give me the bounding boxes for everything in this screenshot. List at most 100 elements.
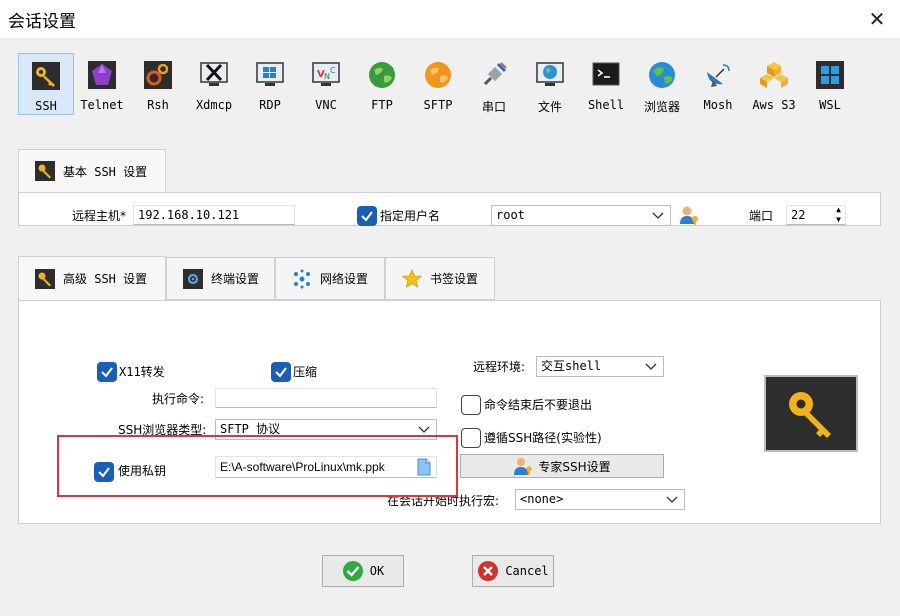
username-value: root: [496, 208, 525, 222]
protocol-label: 串口: [481, 100, 506, 114]
cancel-button[interactable]: Cancel: [472, 555, 554, 587]
basic-settings-panel: 远程主机* 192.168.10.121 指定用户名 root 端口 22 ▲ ▼: [18, 192, 881, 226]
port-input[interactable]: 22 ▲ ▼: [786, 205, 846, 225]
ssh-browser-value: SFTP 协议: [220, 422, 281, 436]
exec-command-input[interactable]: [215, 388, 437, 408]
dish-icon: [703, 60, 733, 90]
protocol-label: 浏览器: [643, 100, 680, 114]
vnc-monitor-icon: VNC: [311, 60, 341, 90]
user-manager-icon[interactable]: [678, 204, 700, 226]
protocol-xdmcp[interactable]: Xdmcp: [186, 53, 242, 115]
chevron-down-icon: [418, 426, 430, 433]
globe-icon: [367, 60, 397, 90]
tab-advanced-ssh[interactable]: 高级 SSH 设置: [18, 256, 166, 301]
compression-checkbox[interactable]: [271, 362, 291, 382]
key-icon: [35, 268, 55, 289]
protocol-telnet[interactable]: Telnet: [74, 53, 130, 115]
compression-label: 压缩: [293, 365, 318, 379]
remote-env-value: 交互shell: [541, 359, 602, 373]
protocol-shell[interactable]: Shell: [578, 53, 634, 115]
chevron-down-icon: [652, 212, 664, 219]
tab-label: 基本 SSH 设置: [63, 164, 148, 179]
ok-label: OK: [369, 564, 385, 578]
follow-path-label: 遵循SSH路径(实验性): [484, 431, 602, 445]
protocol-rdp[interactable]: RDP: [242, 53, 298, 115]
protocol-label: Shell: [587, 98, 625, 112]
protocol-label: Rsh: [147, 98, 169, 112]
tab-terminal-settings[interactable]: 终端设置: [166, 257, 275, 300]
x-monitor-icon: [199, 60, 229, 90]
protocol-ftp[interactable]: FTP: [354, 53, 410, 115]
terminal-gear-icon: [183, 268, 203, 289]
protocol-label: Mosh: [703, 98, 733, 112]
protocol-mosh[interactable]: Mosh: [690, 53, 746, 115]
protocol-rsh[interactable]: Rsh: [130, 53, 186, 115]
protocol-label: SSH: [35, 99, 57, 113]
globe-orange-icon: [423, 60, 453, 90]
x11-forwarding-checkbox[interactable]: [97, 362, 117, 382]
protocol-file[interactable]: 文件: [522, 53, 578, 115]
macro-combo[interactable]: <none>: [515, 489, 685, 510]
windows-icon: [815, 60, 845, 90]
window-title: 会话设置: [8, 12, 76, 32]
tab-label: 终端设置: [211, 272, 260, 286]
no-exit-checkbox[interactable]: [461, 395, 481, 415]
username-combo[interactable]: root: [491, 205, 671, 226]
port-label: 端口: [749, 209, 774, 223]
gears-icon: [143, 60, 173, 90]
no-exit-label: 命令结束后不要退出: [484, 398, 593, 412]
follow-path-checkbox[interactable]: [461, 428, 481, 448]
protocol-label: Xdmcp: [195, 98, 233, 112]
protocol-serial[interactable]: 串口: [466, 53, 522, 115]
protocol-label: WSL: [819, 98, 841, 112]
spinner-icon[interactable]: ▲ ▼: [836, 206, 841, 224]
expert-button-label: 专家SSH设置: [538, 459, 611, 474]
tab-label: 书签设置: [430, 272, 479, 286]
cancel-circle-icon: [478, 561, 499, 581]
x11-forwarding-label: X11转发: [119, 365, 165, 379]
tab-basic-ssh[interactable]: 基本 SSH 设置: [18, 149, 166, 193]
remote-env-combo[interactable]: 交互shell: [536, 356, 664, 377]
star-icon: [402, 268, 422, 289]
ok-button[interactable]: OK: [322, 555, 404, 587]
close-icon: ✕: [868, 7, 886, 31]
protocol-toolbar: SSH Telnet Rsh Xdmcp RDP VNC VNC FTP SFT…: [0, 50, 900, 118]
protocol-browser[interactable]: 浏览器: [634, 53, 690, 115]
protocol-label: Aws S3: [752, 98, 796, 112]
protocol-label: VNC: [315, 98, 337, 112]
protocol-label: 文件: [537, 100, 562, 114]
tab-bookmark-settings[interactable]: 书签设置: [385, 257, 495, 300]
key-icon: [35, 161, 55, 181]
tab-network-settings[interactable]: 网络设置: [275, 257, 385, 300]
earth-icon: [647, 60, 677, 90]
protocol-aws-s3[interactable]: Aws S3: [746, 53, 802, 115]
gem-icon: [87, 60, 117, 90]
private-key-highlight: [57, 435, 458, 497]
tab-label: 网络设置: [320, 272, 369, 286]
close-button[interactable]: ✕: [854, 0, 900, 38]
specify-user-checkbox[interactable]: [357, 206, 377, 226]
port-value: 22: [791, 208, 806, 222]
cubes-icon: [759, 60, 789, 90]
exec-command-label: 执行命令:: [152, 392, 205, 406]
windows-monitor-icon: [255, 60, 285, 90]
tab-label: 高级 SSH 设置: [63, 272, 148, 286]
protocol-vnc[interactable]: VNC VNC: [298, 53, 354, 115]
user-key-icon: [514, 458, 533, 475]
check-circle-icon: [342, 561, 363, 581]
ssh-key-logo: [764, 375, 858, 452]
expert-ssh-settings-button[interactable]: 专家SSH设置: [460, 454, 664, 478]
satellite-icon: [479, 60, 509, 90]
protocol-sftp[interactable]: SFTP: [410, 53, 466, 115]
key-icon: [31, 61, 61, 91]
remote-host-input[interactable]: 192.168.10.121: [133, 205, 295, 225]
title-bar: 会话设置 ✕: [0, 0, 900, 38]
chevron-down-icon: [666, 496, 678, 503]
protocol-label: RDP: [259, 98, 281, 112]
svg-text:C: C: [330, 66, 336, 75]
specify-user-label: 指定用户名: [380, 209, 441, 223]
protocol-ssh[interactable]: SSH: [18, 53, 74, 115]
protocol-wsl[interactable]: WSL: [802, 53, 858, 115]
remote-host-label: 远程主机*: [72, 209, 127, 223]
protocol-label: SFTP: [423, 98, 453, 112]
